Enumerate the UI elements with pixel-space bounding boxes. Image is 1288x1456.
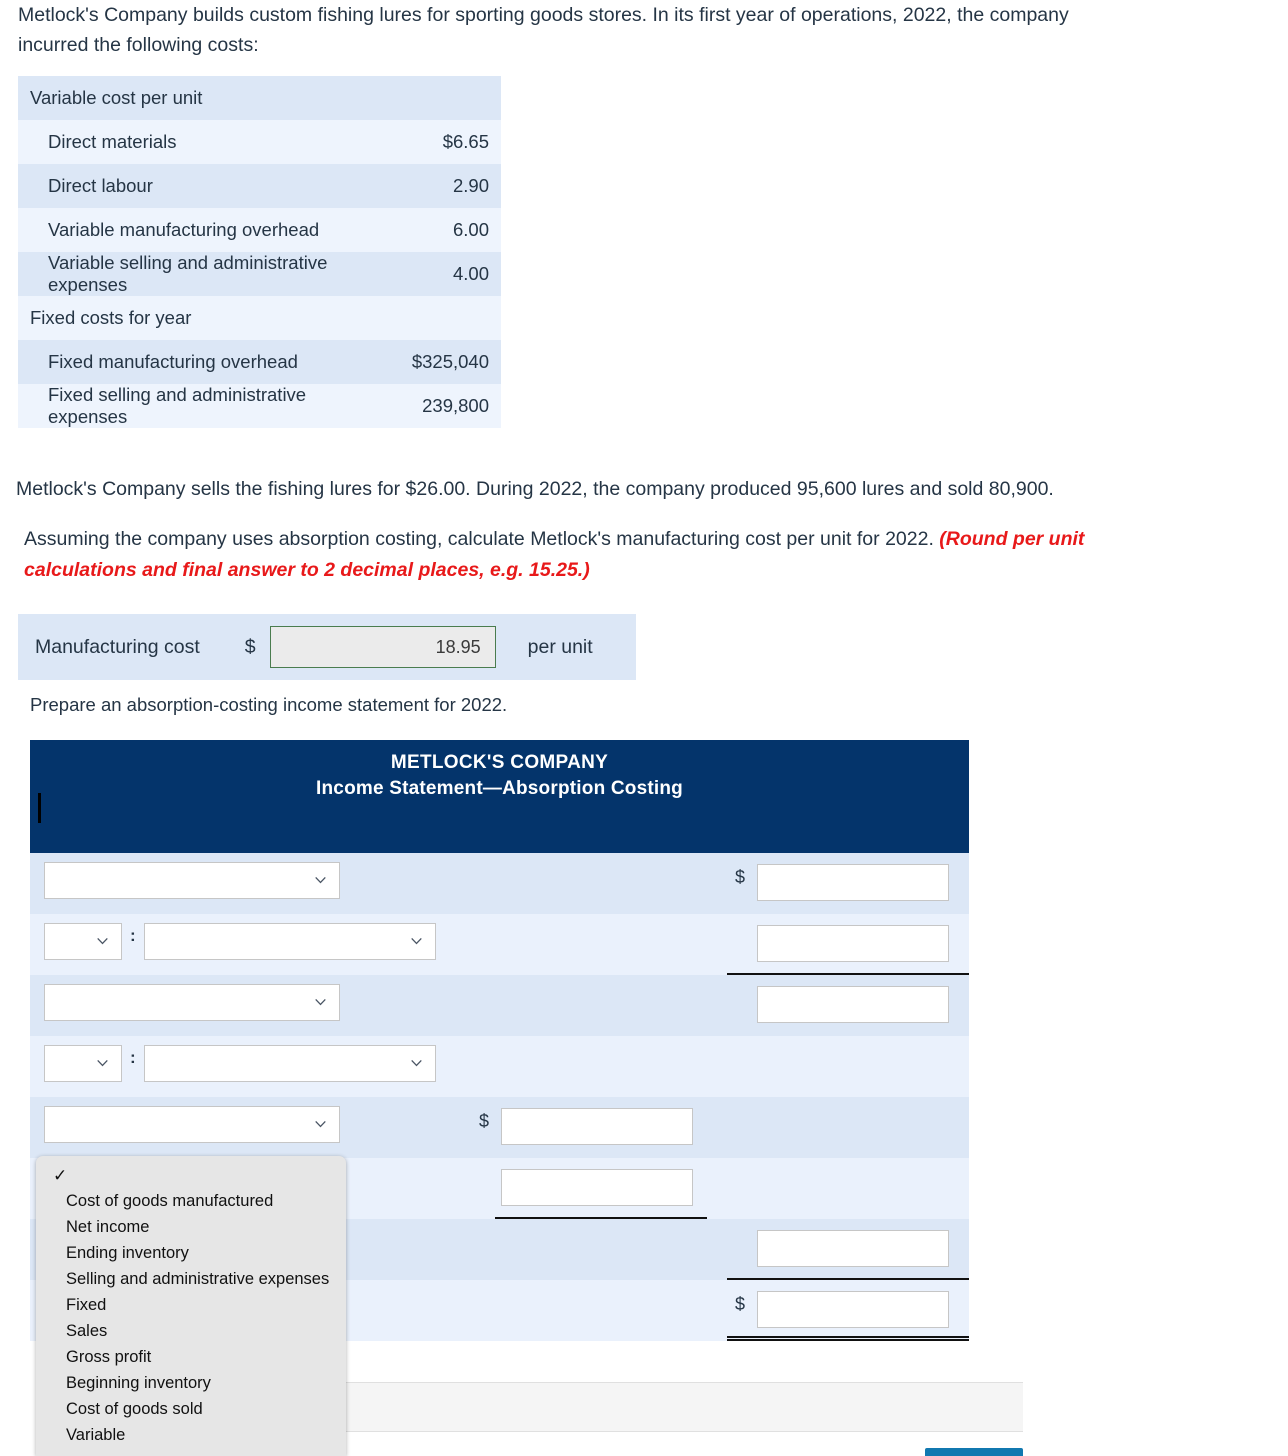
cost-label: Direct materials [48, 131, 177, 152]
cost-amount: 6.00 [452, 219, 489, 240]
cost-table: Variable cost per unit Direct materials $6… [18, 76, 501, 428]
manufacturing-cost-input[interactable] [269, 626, 496, 668]
account-title-select[interactable] [144, 923, 436, 960]
question-page: Metlock's Company builds custom fishing … [0, 0, 1288, 1456]
statement-header: METLOCK'S COMPANY Income Statement—Absor… [30, 740, 969, 905]
cost-label: Variable cost per unit [30, 87, 203, 108]
dropdown-option[interactable]: Beginning inventory [36, 1370, 346, 1396]
total-double-rule [727, 1336, 969, 1341]
table-row: Direct labour 2.90 [18, 164, 501, 208]
instruction-black: Assuming the company uses absorption cos… [24, 528, 940, 550]
cost-label: Fixed manufacturing overhead [48, 351, 298, 372]
intro-paragraph: Metlock's Company builds custom fishing … [18, 4, 1069, 56]
submit-answer-button[interactable] [925, 1448, 1023, 1456]
dropdown-option[interactable]: Selling and administrative expenses [36, 1266, 346, 1292]
chevron-down-icon [411, 1059, 422, 1066]
amount-input-col3[interactable] [757, 1230, 949, 1267]
statement-row: : [30, 1036, 969, 1097]
statement-row: $ [30, 1097, 969, 1158]
cost-amount: $325,040 [411, 351, 489, 372]
manufacturing-cost-row: Manufacturing cost $ per unit [18, 614, 636, 680]
statement-row [30, 975, 969, 1036]
chevron-down-icon [315, 876, 326, 883]
footer-panel [345, 1382, 1023, 1432]
account-title-select[interactable] [44, 862, 340, 899]
chevron-down-icon [315, 1120, 326, 1127]
dropdown-option-list: Cost of goods manufactured Net income Endi… [36, 1188, 346, 1448]
account-title-select[interactable] [44, 1106, 340, 1143]
chevron-down-icon [411, 937, 422, 944]
text-caret [38, 793, 41, 823]
table-row: Direct materials $6.65 [18, 120, 501, 164]
account-title-select[interactable] [44, 984, 340, 1021]
dropdown-selected-checkmark: ✓ [53, 1166, 68, 1185]
table-row: Variable selling and administrative expe… [18, 252, 501, 296]
dollar-sign: $ [479, 1111, 490, 1131]
cost-amount: 2.90 [452, 175, 489, 196]
cost-amount [400, 76, 501, 120]
chevron-down-icon [97, 1059, 108, 1066]
amount-input-col3[interactable] [757, 1291, 949, 1328]
dropdown-option[interactable]: Fixed [36, 1292, 346, 1318]
amount-input-col3[interactable] [757, 864, 949, 901]
table-row: Variable cost per unit [18, 76, 501, 120]
dropdown-option[interactable]: Cost of goods manufactured [36, 1188, 346, 1214]
chevron-down-icon [315, 998, 326, 1005]
statement-row: : [30, 914, 969, 975]
account-prefix-select[interactable] [44, 1045, 122, 1082]
table-row: Fixed costs for year [18, 296, 501, 340]
chevron-down-icon [97, 937, 108, 944]
table-row: Fixed selling and administrative expense… [18, 384, 501, 428]
dropdown-option[interactable]: Variable [36, 1422, 346, 1448]
colon-separator: : [130, 926, 136, 945]
statement-subtitle: Income Statement—Absorption Costing [316, 778, 683, 799]
cost-label: Variable selling and administrative expe… [48, 252, 328, 295]
cost-amount: 4.00 [452, 263, 489, 284]
dollar-sign: $ [244, 635, 256, 658]
dropdown-option[interactable]: Cost of goods sold [36, 1396, 346, 1422]
amount-input-col2[interactable] [501, 1169, 693, 1206]
colon-separator: : [130, 1048, 136, 1067]
cost-label: Variable manufacturing overhead [48, 219, 320, 240]
account-prefix-select[interactable] [44, 923, 122, 960]
sales-paragraph: Metlock's Company sells the fishing lure… [16, 478, 1054, 500]
dropdown-option[interactable]: Ending inventory [36, 1240, 346, 1266]
cost-label: Direct labour [48, 175, 153, 196]
amount-input-col3[interactable] [757, 986, 949, 1023]
cost-amount [400, 296, 501, 340]
table-row: Variable manufacturing overhead 6.00 [18, 208, 501, 252]
instruction-text: Assuming the company uses absorption cos… [24, 524, 1184, 586]
table-row: Fixed manufacturing overhead $325,040 [18, 340, 501, 384]
statement-company-name: METLOCK'S COMPANY [390, 752, 609, 773]
cost-label: Fixed selling and administrative expense… [48, 384, 307, 427]
account-title-select[interactable] [144, 1045, 436, 1082]
cost-label: Fixed costs for year [30, 307, 192, 328]
statement-row: $ [30, 853, 969, 914]
amount-input-col3[interactable] [757, 925, 949, 962]
account-title-dropdown-menu[interactable]: ✓ Cost of goods manufactured Net income En… [36, 1156, 346, 1456]
dropdown-option[interactable]: Gross profit [36, 1344, 346, 1370]
per-unit-label: per unit [527, 635, 593, 658]
dropdown-option[interactable]: Sales [36, 1318, 346, 1344]
amount-input-col2[interactable] [501, 1108, 693, 1145]
cost-table-body: Variable cost per unit Direct materials $6… [18, 76, 501, 428]
manufacturing-cost-label: Manufacturing cost [35, 635, 200, 658]
dollar-sign: $ [735, 1294, 746, 1314]
dropdown-option[interactable]: Net income [36, 1214, 346, 1240]
cost-amount: 239,800 [422, 395, 489, 416]
prepare-instruction: Prepare an absorption-costing income sta… [30, 694, 508, 715]
cost-amount: $6.65 [442, 131, 489, 152]
dollar-sign: $ [735, 867, 746, 887]
